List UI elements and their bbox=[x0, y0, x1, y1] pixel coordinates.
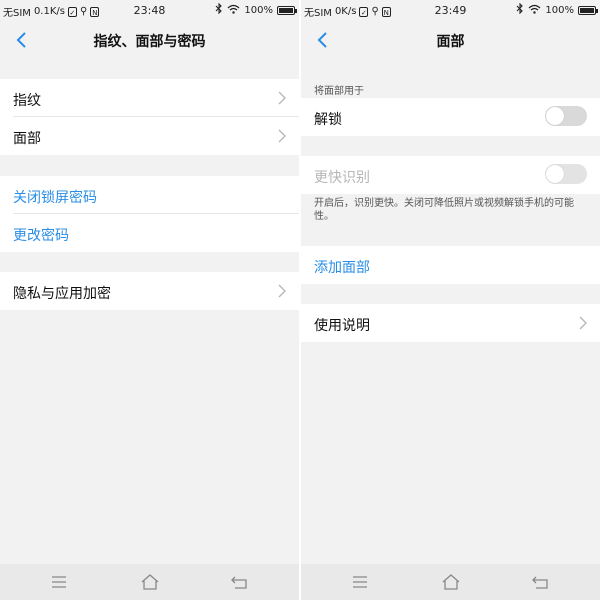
page-title: 指纹、面部与密码 bbox=[93, 34, 206, 50]
add-face-label: 添加面部 bbox=[314, 260, 370, 276]
battery-percent: 100% bbox=[244, 4, 273, 16]
chevron-right-icon bbox=[579, 316, 587, 330]
navigation-bar: 指纹、面部与密码 bbox=[0, 22, 299, 58]
wifi-icon bbox=[227, 4, 240, 17]
close-lock-password-label: 关闭锁屏密码 bbox=[13, 190, 97, 206]
system-navigation-bar bbox=[0, 564, 299, 600]
system-navigation-bar bbox=[301, 564, 600, 600]
fingerprint-face-password-screen: 无SIM 0.1K/s ✓ ⚲ N 23:48 100% 指纹、面部与密码 指纹 bbox=[0, 0, 299, 600]
fingerprint-label: 指纹 bbox=[13, 93, 41, 109]
add-face-section: 添加面部 bbox=[301, 246, 600, 284]
faster-recognition-section: 更快识别 bbox=[301, 156, 600, 194]
section-header: 将面部用于 bbox=[314, 86, 364, 97]
battery-percent: 100% bbox=[545, 4, 574, 16]
privacy-section: 隐私与应用加密 bbox=[0, 272, 299, 310]
chevron-right-icon bbox=[278, 91, 286, 105]
close-lock-password-row[interactable]: 关闭锁屏密码 bbox=[0, 176, 299, 214]
faster-recognition-label: 更快识别 bbox=[314, 170, 370, 186]
bluetooth-icon bbox=[516, 2, 524, 17]
chevron-right-icon bbox=[278, 129, 286, 143]
unlock-toggle[interactable] bbox=[545, 106, 587, 126]
change-password-row[interactable]: 更改密码 bbox=[0, 214, 299, 252]
navigation-bar: 面部 bbox=[301, 22, 600, 58]
faster-recognition-note: 开启后，识别更快。关闭可降低照片或视频解锁手机的可能性。 bbox=[314, 198, 574, 222]
battery-icon bbox=[578, 5, 598, 15]
biometrics-section: 指纹 面部 bbox=[0, 79, 299, 155]
faster-recognition-row: 更快识别 bbox=[301, 156, 600, 194]
menu-icon[interactable] bbox=[49, 573, 69, 591]
face-label: 面部 bbox=[13, 131, 41, 147]
instructions-row[interactable]: 使用说明 bbox=[301, 304, 600, 342]
toggle-knob bbox=[546, 107, 564, 125]
battery-icon bbox=[277, 5, 297, 15]
home-icon[interactable] bbox=[441, 573, 461, 591]
bluetooth-icon bbox=[215, 2, 223, 17]
add-face-row[interactable]: 添加面部 bbox=[301, 246, 600, 284]
page-title: 面部 bbox=[436, 34, 465, 50]
return-icon[interactable] bbox=[531, 573, 551, 591]
face-row[interactable]: 面部 bbox=[0, 117, 299, 155]
menu-icon[interactable] bbox=[350, 573, 370, 591]
unlock-row: 解锁 bbox=[301, 98, 600, 136]
unlock-label: 解锁 bbox=[314, 112, 342, 128]
home-icon[interactable] bbox=[140, 573, 160, 591]
unlock-section: 解锁 bbox=[301, 98, 600, 136]
instructions-section: 使用说明 bbox=[301, 304, 600, 342]
toggle-knob bbox=[546, 165, 564, 183]
status-bar: 无SIM 0.1K/s ✓ ⚲ N 23:48 100% bbox=[0, 0, 299, 22]
change-password-label: 更改密码 bbox=[13, 228, 69, 244]
chevron-right-icon bbox=[278, 284, 286, 298]
privacy-encryption-row[interactable]: 隐私与应用加密 bbox=[0, 272, 299, 310]
face-settings-screen: 无SIM 0K/s ✓ ⚲ N 23:49 100% 面部 将面部用于 解锁 更… bbox=[301, 0, 600, 600]
faster-recognition-toggle[interactable] bbox=[545, 164, 587, 184]
privacy-encryption-label: 隐私与应用加密 bbox=[13, 286, 111, 302]
fingerprint-row[interactable]: 指纹 bbox=[0, 79, 299, 117]
instructions-label: 使用说明 bbox=[314, 318, 370, 334]
battery-level bbox=[279, 7, 293, 13]
status-bar: 无SIM 0K/s ✓ ⚲ N 23:49 100% bbox=[301, 0, 600, 22]
password-section: 关闭锁屏密码 更改密码 bbox=[0, 176, 299, 252]
battery-level bbox=[580, 7, 594, 13]
return-icon[interactable] bbox=[230, 573, 250, 591]
wifi-icon bbox=[528, 4, 541, 17]
